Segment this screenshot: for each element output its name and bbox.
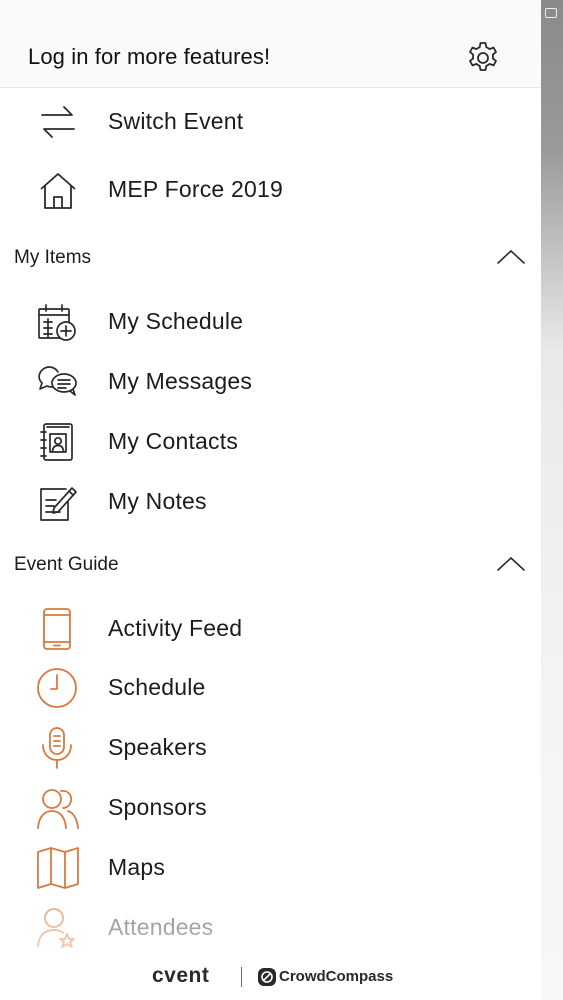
battery-icon [545, 8, 557, 18]
footer-branding: cvent CrowdCompass [0, 962, 541, 994]
home-icon [40, 173, 76, 209]
navigation-drawer: Log in for more features! Switch Event M… [0, 0, 541, 1000]
login-prompt[interactable]: Log in for more features! [28, 44, 270, 70]
maps-label: Maps [108, 854, 166, 880]
note-pencil-icon [40, 487, 77, 521]
event-home-item[interactable]: MEP Force 2019 [0, 162, 541, 218]
activity-feed-item[interactable]: Activity Feed [0, 601, 541, 657]
chevron-up-icon[interactable] [496, 248, 526, 266]
map-icon [37, 847, 79, 889]
my-messages-item[interactable]: My Messages [0, 354, 541, 410]
event-guide-header[interactable]: Event Guide [0, 545, 541, 585]
clock-icon [37, 668, 77, 708]
background-app-edge[interactable] [541, 0, 563, 1000]
schedule-item[interactable]: Schedule [0, 660, 541, 716]
attendees-item[interactable]: Attendees [0, 900, 541, 956]
crowdcompass-logo-text: CrowdCompass [279, 968, 394, 985]
sponsors-label: Sponsors [108, 794, 207, 820]
event-name-label: MEP Force 2019 [108, 176, 283, 202]
my-contacts-item[interactable]: My Contacts [0, 414, 541, 470]
calendar-add-icon [38, 304, 76, 341]
my-notes-label: My Notes [108, 488, 207, 514]
switch-event-label: Switch Event [108, 108, 244, 134]
chevron-up-icon[interactable] [496, 555, 526, 573]
microphone-icon [42, 727, 72, 769]
phone-icon [43, 608, 71, 650]
speakers-label: Speakers [108, 734, 207, 760]
my-items-header[interactable]: My Items [0, 238, 541, 278]
my-items-title: My Items [14, 247, 92, 268]
footer-divider [241, 967, 242, 987]
my-notes-item[interactable]: My Notes [0, 474, 541, 530]
maps-item[interactable]: Maps [0, 840, 541, 896]
event-guide-title: Event Guide [14, 554, 119, 575]
login-header[interactable]: Log in for more features! [0, 0, 541, 88]
gear-icon[interactable] [465, 40, 501, 76]
person-star-icon [37, 908, 75, 948]
my-messages-label: My Messages [108, 368, 253, 394]
contact-book-icon [40, 423, 73, 461]
switch-arrows-icon [41, 106, 75, 138]
my-schedule-label: My Schedule [108, 308, 244, 334]
chat-bubbles-icon [38, 366, 77, 396]
my-contacts-label: My Contacts [108, 428, 239, 454]
attendees-label: Attendees [108, 914, 214, 940]
sponsors-item[interactable]: Sponsors [0, 780, 541, 836]
schedule-label: Schedule [108, 674, 206, 700]
cvent-logo: cvent [152, 964, 210, 987]
my-schedule-item[interactable]: My Schedule [0, 294, 541, 350]
crowdcompass-logo-icon [258, 968, 276, 986]
speakers-item[interactable]: Speakers [0, 720, 541, 776]
people-icon [37, 789, 79, 829]
switch-event-item[interactable]: Switch Event [0, 94, 541, 150]
activity-feed-label: Activity Feed [108, 615, 243, 641]
